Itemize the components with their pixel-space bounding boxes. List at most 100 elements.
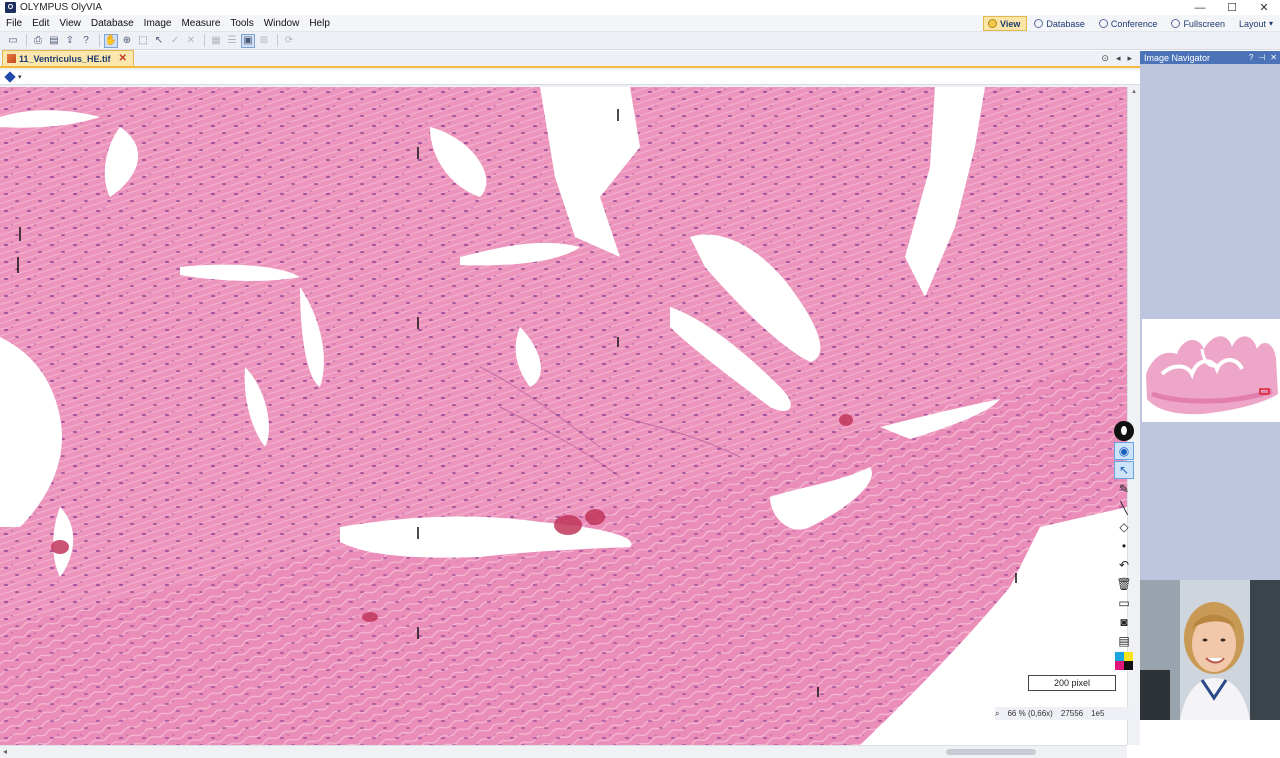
zoom-level: 66 % (0,66x) [1007,709,1053,718]
main-toolbar: ▭ ⎙ ▤ ⇪ ? ✋ ⊕ ⬚ ↖ ✓ ✕ ▦ ☰ ▣ ⊞ ⟳ [0,32,1280,50]
menu-window[interactable]: Window [259,18,305,29]
pin-icon[interactable]: ⊣ [1258,53,1265,62]
menu-bar: File Edit View Database Image Measure To… [0,15,1280,32]
document-area: 11_Ventriculus_HE.tif ✕ ⊙ ◂ ▸ ▾ 200 pixe… [0,50,1140,758]
eraser-icon[interactable]: ◇ [1114,518,1134,536]
print-icon[interactable]: ⎙ [31,34,45,48]
export-icon[interactable]: ⇪ [63,34,77,48]
close-panel-button[interactable]: ✕ [1270,53,1277,62]
scale-bar: 200 pixel [1028,675,1116,691]
single-view-icon[interactable]: ▣ [241,33,255,48]
presenter-webcam-feed [1140,580,1280,720]
image-navigator-title: Image Navigator [1144,52,1211,63]
horizontal-scrollbar[interactable]: ◂ [0,745,1127,758]
window-controls: — ☐ ✕ [1184,0,1280,15]
document-tab-label: 11_Ventriculus_HE.tif [19,53,111,64]
toolbar-separator [99,34,100,47]
pan-hand-icon[interactable]: ✋ [104,33,118,48]
title-bar: O OLYMPUS OlyVIA — ☐ ✕ [0,0,1280,15]
minimize-button[interactable]: — [1184,0,1216,15]
sync-icon: ⟳ [284,35,294,46]
tab-navigation: ⊙ ◂ ▸ [1094,53,1132,64]
help-button[interactable]: ? [1249,53,1253,62]
help-pointer-icon[interactable]: ? [79,34,93,48]
toolbar-separator [277,34,278,47]
document-tab-strip: 11_Ventriculus_HE.tif ✕ ⊙ ◂ ▸ [0,50,1140,68]
scroll-left-icon[interactable]: ◂ [3,747,7,756]
color-picker-icon[interactable] [1115,652,1133,670]
chevron-down-icon: ▾ [1268,19,1273,28]
menu-view[interactable]: View [54,18,86,29]
slide-overview-thumbnail[interactable] [1142,319,1280,422]
mode-view-label: View [1000,18,1021,29]
image-file-icon [7,54,16,63]
menu-database[interactable]: Database [86,18,139,29]
layout-dropdown[interactable]: Layout ▾ [1234,16,1280,31]
zoom-tool-icon[interactable]: ⊕ [120,34,134,48]
panel-buttons: ? ⊣ ✕ [1244,53,1277,62]
accept-icon: ✓ [170,35,180,46]
app-icon-letter: O [7,4,14,11]
mode-conference-button[interactable]: Conference [1094,16,1165,31]
coordinate-x: 27556 [1060,709,1084,718]
menu-file[interactable]: File [0,18,27,29]
clipboard-icon[interactable]: ▤ [1114,632,1134,650]
print-preview-icon[interactable]: ▤ [47,34,61,48]
mode-view-button[interactable]: View [983,16,1028,31]
maximize-button[interactable]: ☐ [1216,0,1248,15]
split-view-icon: ⊞ [259,35,269,46]
line-tool-icon[interactable]: ╲ [1114,499,1134,517]
menu-tools[interactable]: Tools [225,18,258,29]
previous-tab-icon[interactable]: ◂ [1116,53,1121,64]
slide-viewport[interactable]: 200 pixel [0,87,1127,745]
fullscreen-mode-icon [1171,19,1181,28]
select-pointer-icon[interactable]: ↖ [152,34,166,48]
olyvia-app-icon: O [5,2,16,13]
menu-help[interactable]: Help [304,18,335,29]
scroll-up-icon[interactable]: ▴ [1128,87,1140,95]
mode-conference-label: Conference [1110,18,1158,29]
close-window-button[interactable]: ✕ [1248,0,1280,15]
camera-icon[interactable]: ◙ [1114,613,1134,631]
zoom-rect-icon[interactable]: ⬚ [136,34,150,48]
mode-fullscreen-button[interactable]: Fullscreen [1166,16,1232,31]
menu-edit[interactable]: Edit [27,18,54,29]
menu-image[interactable]: Image [139,18,177,29]
mode-database-label: Database [1046,18,1085,29]
mode-switcher: View Database Conference Fullscreen Layo… [981,15,1280,32]
annotation-tool-palette: ⬮ ◉ ↖ ✎ ╲ ◇ • ↶ 🗑 ▭ ◙ ▤ [1114,420,1136,710]
location-pin-icon[interactable]: ⬮ [1114,421,1134,441]
database-mode-icon [1034,19,1044,28]
view-mode-icon [988,19,998,28]
zoom-icon: ⌕ [995,708,1000,718]
mode-database-button[interactable]: Database [1029,16,1092,31]
scale-bar-label: 200 pixel [1053,678,1091,688]
presentation-icon[interactable]: ▭ [1114,594,1134,612]
coordinate-y: 1e5 [1091,709,1105,718]
histology-image [0,87,1127,745]
trash-icon[interactable]: 🗑 [1114,575,1134,593]
document-tab[interactable]: 11_Ventriculus_HE.tif ✕ [2,50,134,66]
reject-icon: ✕ [186,35,196,46]
next-tab-icon[interactable]: ▸ [1127,53,1132,64]
pin-icon[interactable]: ⊙ [1101,53,1109,64]
presenter-image [1140,580,1280,720]
undo-icon[interactable]: ↶ [1114,556,1134,574]
list-icon: ☰ [227,35,237,46]
toolbar-separator [26,34,27,47]
layout-grid-icon: ▦ [211,35,221,46]
open-folder-icon[interactable]: ▭ [6,34,20,48]
layer-bar: ▾ [0,70,1140,85]
image-navigator-panel: Image Navigator ? ⊣ ✕ [1140,51,1280,581]
dot-size-icon[interactable]: • [1114,537,1134,555]
eye-icon[interactable]: ◉ [1114,442,1134,460]
layout-label: Layout [1238,18,1266,29]
close-tab-icon[interactable]: ✕ [119,53,127,64]
layer-diamond-icon[interactable] [4,71,16,83]
menu-measure[interactable]: Measure [176,18,225,29]
scrollbar-thumb[interactable] [946,749,1036,755]
pencil-icon[interactable]: ✎ [1114,480,1134,498]
overview-image [1146,336,1278,415]
pointer-arrow-icon[interactable]: ↖ [1114,461,1134,479]
chevron-down-icon[interactable]: ▾ [18,73,22,81]
